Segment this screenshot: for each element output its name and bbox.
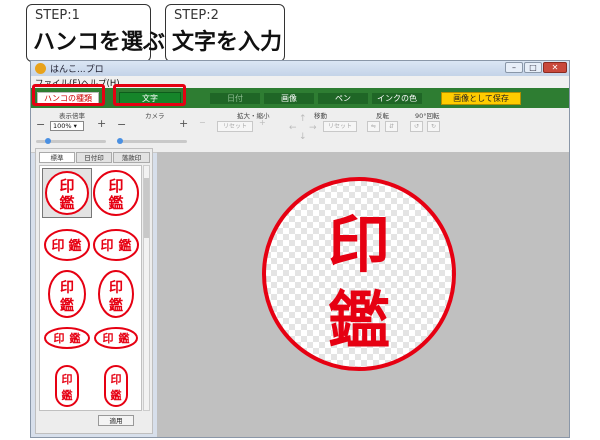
stamp-char-2: 鑑 <box>108 194 123 212</box>
main-toolbar: ハンコの種類 文字 日付 画像 ペン インクの色 画像として保存 <box>31 88 569 108</box>
tab-standard[interactable]: 標準 <box>39 152 75 163</box>
stamp-char-1: 印 <box>60 279 74 296</box>
camera-minus-icon[interactable]: − <box>117 118 126 131</box>
tab-date-stamp[interactable]: 日付印 <box>76 152 112 163</box>
image-button[interactable]: 画像 <box>263 92 315 105</box>
stamp-char-2: 鑑 <box>119 331 130 345</box>
callout-step-label: STEP:2 <box>174 8 219 23</box>
controls-bar: 表示倍率 − 100% ▾ + カメラ − + 拡大・縮小 − リセット + 移… <box>31 108 569 153</box>
stamp-canvas[interactable]: 印 鑑 <box>157 152 569 437</box>
stamp-char-1: 印 <box>103 332 114 345</box>
stamp-char-1: 印 <box>51 239 64 254</box>
camera-plus-icon[interactable]: + <box>179 117 188 130</box>
zoom-value: 100% <box>53 122 72 130</box>
stamp-options: 印 鑑 印 鑑 印 鑑 印 鑑 印 鑑 印 鑑 印 鑑 印 鑑 印 鑑 印 鑑 <box>44 170 139 407</box>
scale-plus-icon[interactable]: + <box>259 118 266 127</box>
move-reset-button[interactable]: リセット <box>323 121 357 132</box>
move-left-icon[interactable]: ← <box>289 123 297 133</box>
stamp-preview[interactable]: 印 鑑 <box>259 174 459 374</box>
stamp-option-oval-tall-2[interactable]: 印 鑑 <box>98 270 134 318</box>
scale-reset-button[interactable]: リセット <box>217 121 253 132</box>
stamp-char-1: 印 <box>59 177 74 195</box>
stamp-char-1: 印 <box>54 332 65 345</box>
title-bar[interactable]: はんこ...プロ – □ ✕ <box>31 61 569 76</box>
camera-slider-knob[interactable] <box>117 138 123 144</box>
scrollbar-thumb[interactable] <box>144 178 149 238</box>
stamp-option-round-small[interactable]: 印 鑑 <box>45 171 89 215</box>
flip-horizontal-icon[interactable]: ⇋ <box>367 121 380 132</box>
step2-highlight <box>113 84 186 106</box>
stamp-char-1: 印 <box>62 373 73 386</box>
callout-title: ハンコを選ぶ <box>33 30 166 55</box>
camera-label: カメラ <box>145 112 165 120</box>
tab-rakkan[interactable]: 落款印 <box>113 152 150 163</box>
stamp-option-oval-tall[interactable]: 印 鑑 <box>48 270 86 318</box>
rotate-label: 90°回転 <box>415 112 440 120</box>
pen-button[interactable]: ペン <box>317 92 369 105</box>
stamp-char-2: 鑑 <box>59 194 74 212</box>
app-icon <box>35 63 46 74</box>
callout-step-2: STEP:2 文字を入力 <box>165 4 285 62</box>
stamp-char-2: 鑑 <box>62 388 73 402</box>
stamp-char-2: 鑑 <box>70 331 81 345</box>
zoom-in-icon[interactable]: + <box>97 117 106 130</box>
move-down-icon[interactable]: ↓ <box>299 132 307 142</box>
menu-bar: ファイル(F) ヘルプ(H) <box>31 76 569 89</box>
callout-title: 文字を入力 <box>172 30 283 55</box>
stamp-char-1: 印 <box>111 373 122 386</box>
rotate-left-icon[interactable]: ↺ <box>410 121 423 132</box>
stamp-char-2: 鑑 <box>68 238 81 254</box>
scale-minus-icon[interactable]: − <box>199 118 206 127</box>
stamp-list-scrollbar[interactable] <box>143 165 150 411</box>
zoom-out-icon[interactable]: − <box>36 118 45 131</box>
camera-slider[interactable] <box>117 140 187 143</box>
callout-step-label: STEP:1 <box>35 8 80 23</box>
maximize-button[interactable]: □ <box>524 62 542 73</box>
window-title: はんこ...プロ <box>50 65 104 75</box>
stamp-type-panel: 標準 日付印 落款印 印 鑑 印 鑑 印 鑑 印 鑑 印 鑑 印 鑑 印 鑑 印… <box>35 148 153 434</box>
stamp-char-2: 鑑 <box>60 297 74 314</box>
stamp-option-oval-flat[interactable]: 印 鑑 <box>44 327 90 349</box>
step1-highlight <box>32 84 105 106</box>
zoom-slider-knob[interactable] <box>45 138 51 144</box>
date-button[interactable]: 日付 <box>209 92 261 105</box>
flip-vertical-icon[interactable]: ⇵ <box>385 121 398 132</box>
stamp-char-1: 印 <box>108 177 123 195</box>
zoom-label: 表示倍率 <box>59 112 85 120</box>
stamp-option-oval-wide-2[interactable]: 印 鑑 <box>93 229 139 261</box>
app-window: はんこ...プロ – □ ✕ ファイル(F) ヘルプ(H) ハンコの種類 文字 … <box>30 60 570 438</box>
stamp-option-capsule-2[interactable]: 印 鑑 <box>104 365 128 407</box>
stamp-char-1: 印 <box>109 279 123 296</box>
close-button[interactable]: ✕ <box>543 62 567 73</box>
move-label: 移動 <box>314 112 327 120</box>
stamp-list: 印 鑑 印 鑑 印 鑑 印 鑑 印 鑑 印 鑑 印 鑑 印 鑑 印 鑑 印 鑑 <box>39 165 142 411</box>
move-up-icon[interactable]: ↑ <box>299 114 307 124</box>
stamp-preview-char-1: 印 <box>328 208 390 281</box>
flip-label: 反転 <box>376 112 389 120</box>
stamp-option-oval-wide[interactable]: 印 鑑 <box>44 229 90 261</box>
stamp-char-2: 鑑 <box>109 297 123 314</box>
stamp-char-2: 鑑 <box>111 388 122 402</box>
stamp-preview-char-2: 鑑 <box>328 284 390 357</box>
move-right-icon[interactable]: → <box>309 123 317 133</box>
zoom-select[interactable]: 100% ▾ <box>50 121 84 131</box>
stamp-option-oval-flat-2[interactable]: 印 鑑 <box>94 327 138 349</box>
apply-button[interactable]: 適用 <box>98 415 134 426</box>
stamp-char-2: 鑑 <box>118 238 131 254</box>
rotate-right-icon[interactable]: ↻ <box>427 121 440 132</box>
ink-color-button[interactable]: インクの色 <box>371 92 423 105</box>
minimize-button[interactable]: – <box>505 62 523 73</box>
callout-step-1: STEP:1 ハンコを選ぶ <box>26 4 165 62</box>
stamp-option-round[interactable]: 印 鑑 <box>93 170 139 216</box>
save-as-image-button[interactable]: 画像として保存 <box>441 92 521 105</box>
stamp-option-capsule[interactable]: 印 鑑 <box>55 365 79 407</box>
stamp-char-1: 印 <box>100 239 113 254</box>
